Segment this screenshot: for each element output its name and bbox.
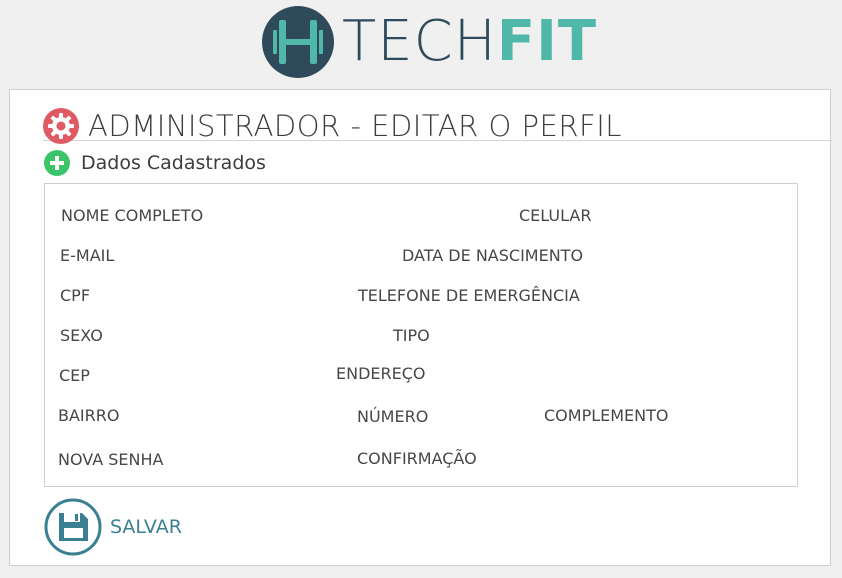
field-email[interactable]: E-MAIL (60, 246, 114, 265)
plus-circle-icon (44, 150, 70, 176)
techfit-logo: TECHFIT (262, 6, 596, 78)
field-confirmacao[interactable]: CONFIRMAÇÃO (357, 449, 477, 468)
field-complemento[interactable]: COMPLEMENTO (544, 406, 669, 425)
field-celular[interactable]: CELULAR (519, 206, 591, 225)
field-endereco[interactable]: ENDEREÇO (336, 364, 426, 383)
field-data-nascimento[interactable]: DATA DE NASCIMENTO (402, 246, 583, 265)
field-nova-senha[interactable]: NOVA SENHA (58, 450, 163, 469)
field-numero[interactable]: NÚMERO (357, 407, 428, 426)
section-header: Dados Cadastrados (44, 150, 444, 176)
field-nome-completo[interactable]: NOME COMPLETO (61, 206, 203, 225)
logo-badge (262, 6, 334, 78)
field-cpf[interactable]: CPF (60, 286, 90, 305)
field-tipo[interactable]: TIPO (393, 326, 430, 345)
profile-form: NOME COMPLETO CELULAR E-MAIL DATA DE NAS… (44, 183, 798, 487)
logo-wordmark: TECHFIT (342, 12, 597, 72)
profile-panel: ADMINISTRADOR - EDITAR O PERFIL Dados Ca… (9, 89, 832, 566)
dumbbell-icon (273, 20, 323, 64)
page-header: ADMINISTRADOR - EDITAR O PERFIL (43, 98, 832, 144)
field-telefone-emergencia[interactable]: TELEFONE DE EMERGÊNCIA (358, 286, 580, 305)
field-sexo[interactable]: SEXO (60, 326, 103, 345)
field-bairro[interactable]: BAIRRO (58, 406, 119, 425)
logo-text-tech: TECH (342, 9, 497, 74)
page-title: ADMINISTRADOR - EDITAR O PERFIL (88, 109, 622, 143)
field-cep[interactable]: CEP (59, 366, 90, 385)
logo-text-fit: FIT (496, 9, 598, 74)
gear-icon (43, 108, 79, 144)
save-label: SALVAR (110, 516, 182, 538)
save-button[interactable]: SALVAR (44, 498, 244, 558)
floppy-disk-icon (44, 498, 102, 556)
section-label: Dados Cadastrados (81, 152, 266, 174)
